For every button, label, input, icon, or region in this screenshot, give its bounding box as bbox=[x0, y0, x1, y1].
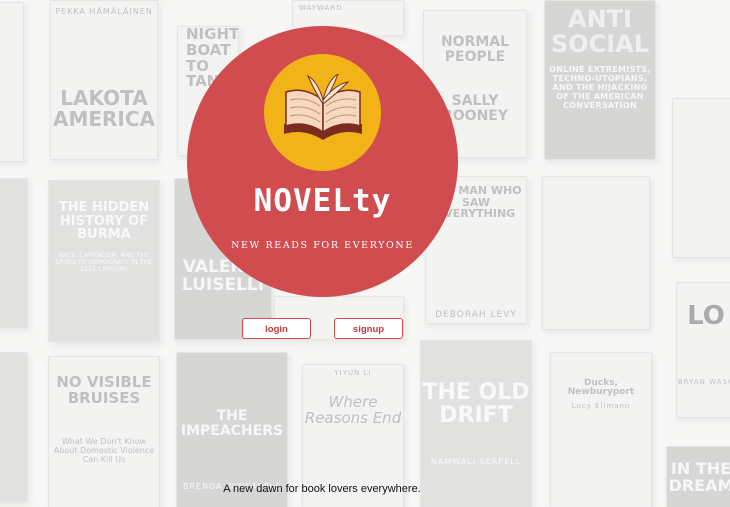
open-book-icon bbox=[284, 74, 362, 140]
brand-tagline: NEW READS FOR EVERYONE bbox=[231, 240, 414, 251]
logo-badge bbox=[264, 54, 381, 171]
brand-name: NOVELty bbox=[253, 183, 392, 219]
landing-page: PEKKA HÄMÄLÄINEN LAKOTA AMERICA NIGHT BO… bbox=[0, 0, 730, 507]
signup-button[interactable]: signup bbox=[334, 318, 403, 339]
footer-tagline: A new dawn for book lovers everywhere. bbox=[223, 483, 421, 495]
login-button[interactable]: login bbox=[242, 318, 311, 339]
